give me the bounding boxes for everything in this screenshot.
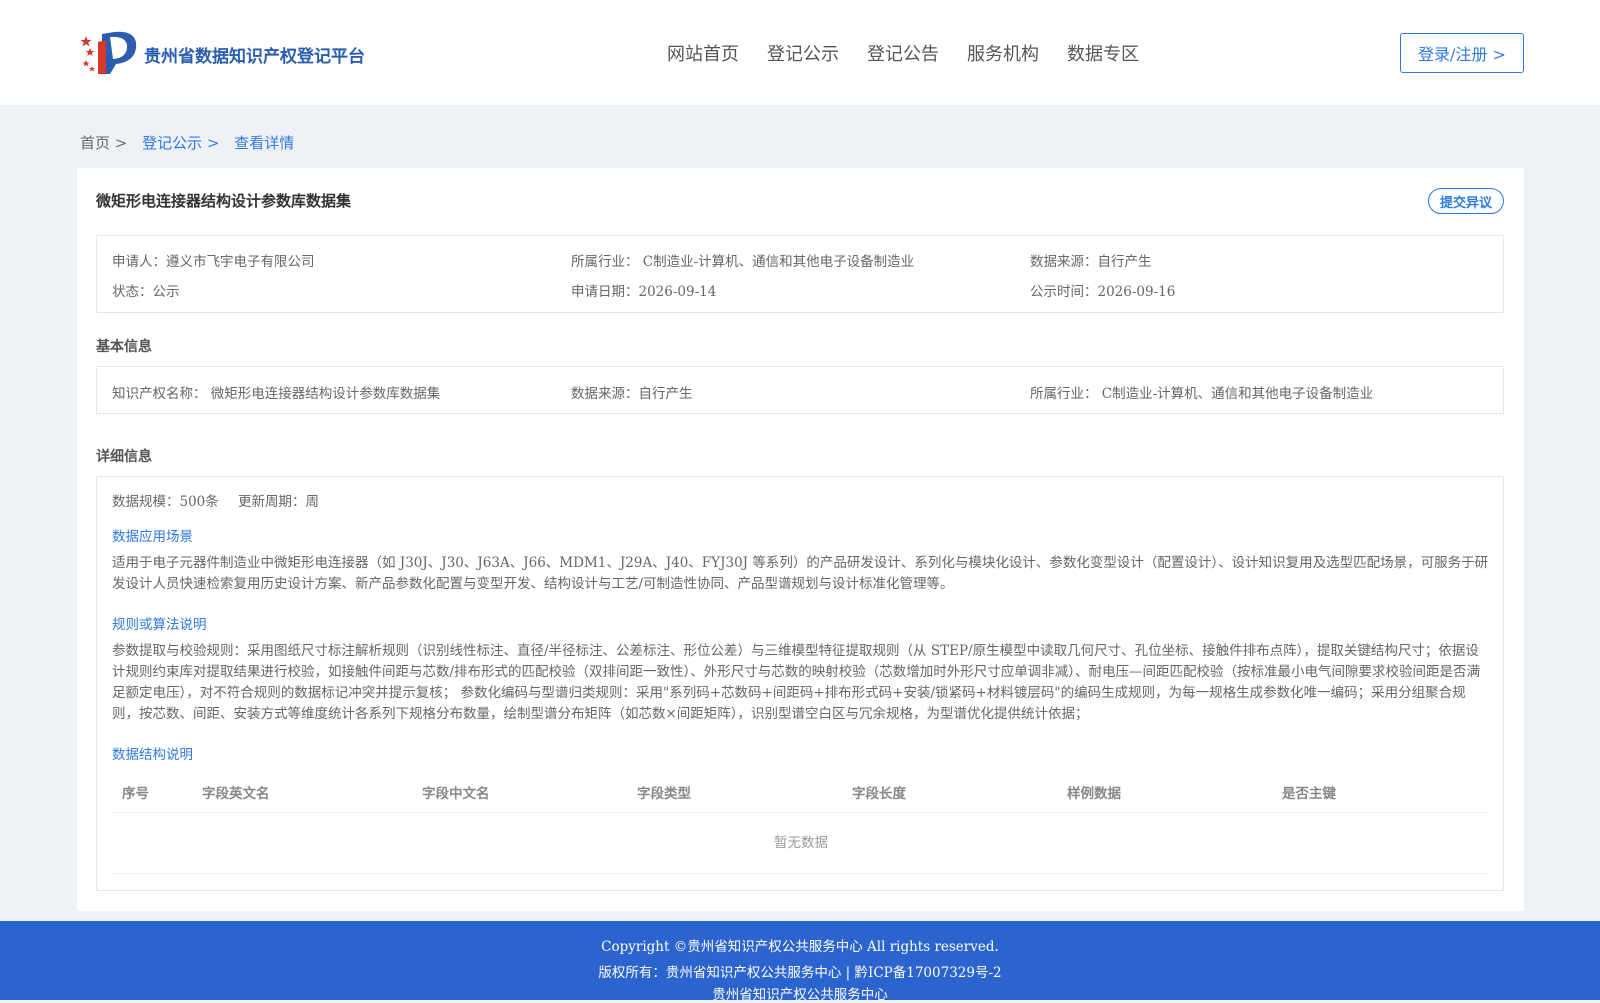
col-field-en: 字段英文名 [202,786,270,802]
col-field-length: 字段长度 [852,786,906,802]
data-scale: 数据规模：500条 [112,494,219,510]
scenario-text: 适用于电子元器件制造业中微矩形电连接器（如 J30J、J30、J63A、J66、… [112,555,1489,592]
table-header: 序号 字段英文名 字段中文名 字段类型 字段长度 样例数据 是否主键 [112,767,1490,813]
table-empty-state: 暂无数据 [112,814,1490,874]
nav-home[interactable]: 网站首页 [667,40,739,66]
breadcrumb-home[interactable]: 首页 > [80,134,127,152]
status: 状态：公示 [112,284,180,300]
col-index: 序号 [122,786,149,802]
ip-name: 知识产权名称： 微矩形电连接器结构设计参数库数据集 [112,386,441,402]
update-period: 更新周期：周 [238,494,319,510]
data-source: 数据来源：自行产生 [1030,254,1152,270]
industry: 所属行业： C制造业-计算机、通信和其他电子设备制造业 [571,254,915,270]
site-footer: Copyright ©贵州省知识产权公共服务中心 All rights rese… [0,921,1600,1003]
basic-data-source: 数据来源：自行产生 [571,386,693,402]
detail-card: 微矩形电连接器结构设计参数库数据集 提交异议 申请人：遵义市飞宇电子有限公司 所… [77,168,1524,911]
col-field-type: 字段类型 [637,786,691,802]
col-field-cn: 字段中文名 [422,786,490,802]
applicant: 申请人：遵义市飞宇电子有限公司 [112,254,315,270]
platform-name: 贵州省数据知识产权登记平台 [144,47,365,67]
nav-service-agencies[interactable]: 服务机构 [967,40,1039,66]
footer-org: 贵州省知识产权公共服务中心 [712,987,888,1003]
submit-objection-button[interactable]: 提交异议 [1428,188,1504,214]
page-title: 微矩形电连接器结构设计参数库数据集 [96,192,352,210]
basic-industry: 所属行业： C制造业-计算机、通信和其他电子设备制造业 [1030,386,1374,402]
detail-info-panel: 数据规模：500条 更新周期：周 数据应用场景 适用于电子元器件制造业中微矩形电… [96,476,1504,891]
detail-info-heading: 详细信息 [96,449,152,465]
publish-date: 公示时间：2026-09-16 [1030,284,1176,300]
main-nav: 网站首页 登记公示 登记公告 服务机构 数据专区 [667,40,1139,66]
col-primary-key: 是否主键 [1282,786,1336,802]
basic-info-panel: 知识产权名称： 微矩形电连接器结构设计参数库数据集 数据来源：自行产生 所属行业… [96,366,1504,414]
scenario-heading: 数据应用场景 [112,529,193,545]
apply-date: 申请日期：2026-09-14 [571,284,717,300]
nav-registration-announcement[interactable]: 登记公告 [867,40,939,66]
nav-data-zone[interactable]: 数据专区 [1067,40,1139,66]
breadcrumb-current: 查看详情 [234,134,295,152]
col-sample: 样例数据 [1067,786,1121,802]
footer-copyright: Copyright ©贵州省知识产权公共服务中心 All rights rese… [601,939,999,955]
basic-info-heading: 基本信息 [96,339,152,355]
structure-heading: 数据结构说明 [112,747,193,763]
breadcrumb-list[interactable]: 登记公示 > [142,134,219,152]
footer-license: 版权所有：贵州省知识产权公共服务中心 | 黔ICP备17007329号-2 [598,965,1002,981]
platform-logo[interactable] [80,28,138,78]
nav-registration-publicity[interactable]: 登记公示 [767,40,839,66]
breadcrumb: 首页 > 登记公示 > 查看详情 [80,132,304,153]
site-header: 贵州省数据知识产权登记平台 网站首页 登记公示 登记公告 服务机构 数据专区 登… [0,0,1600,105]
login-register-button[interactable]: 登录/注册 > [1400,33,1524,73]
rule-text: 参数提取与校验规则：采用图纸尺寸标注解析规则（识别线性标注、直径/半径标注、公差… [112,643,1481,722]
summary-panel: 申请人：遵义市飞宇电子有限公司 所属行业： C制造业-计算机、通信和其他电子设备… [96,235,1504,313]
rule-heading: 规则或算法说明 [112,617,207,633]
